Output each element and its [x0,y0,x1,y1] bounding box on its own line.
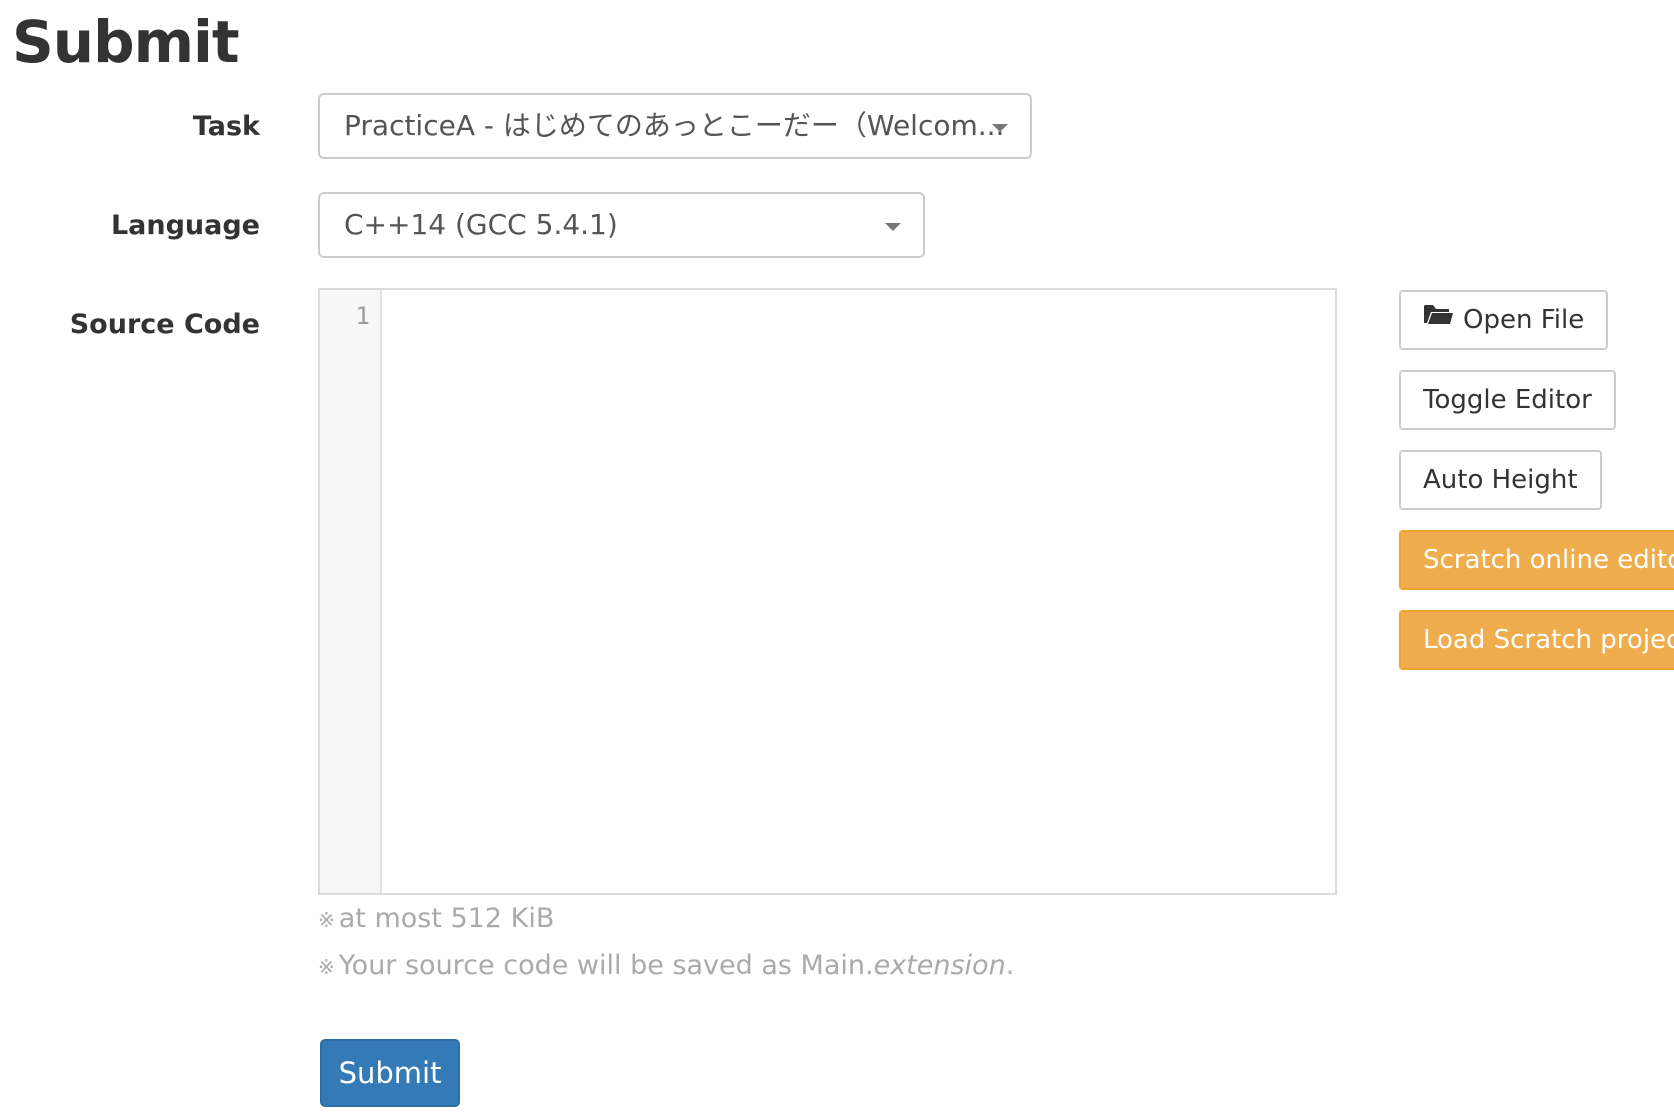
page-title: Submit [12,8,240,76]
save-name-extension: extension [873,950,1006,981]
scratch-online-editor-button[interactable]: Scratch online editor [1399,530,1674,590]
toggle-editor-button[interactable]: Toggle Editor [1399,370,1616,430]
auto-height-button[interactable]: Auto Height [1399,450,1602,510]
save-name-suffix: . [1005,950,1015,981]
editor-gutter: 1 [320,290,382,893]
open-file-label: Open File [1463,305,1585,335]
chevron-down-icon [992,124,1008,132]
line-number: 1 [355,302,370,330]
size-limit-note: ※ at most 512 KiB [318,903,554,934]
task-label: Task [192,111,260,142]
chevron-down-icon [885,223,901,231]
language-label: Language [110,210,260,241]
open-file-button[interactable]: Open File [1399,290,1609,350]
load-scratch-project-button[interactable]: Load Scratch project [1399,610,1674,670]
task-select-value: PracticeA - はじめてのあっとこーだー（Welcom... [344,109,1005,142]
save-name-note: ※ Your source code will be saved as Main.… [318,950,1014,981]
submit-button[interactable]: Submit [320,1039,460,1107]
language-select-value: C++14 (GCC 5.4.1) [344,208,618,241]
language-select[interactable]: C++14 (GCC 5.4.1) [318,192,925,258]
size-limit-text: at most 512 KiB [338,903,555,934]
source-code-editor[interactable]: 1 [318,288,1337,895]
task-select[interactable]: PracticeA - はじめてのあっとこーだー（Welcom... [318,93,1032,159]
folder-open-icon [1423,290,1453,346]
code-input-area[interactable] [382,290,1335,893]
save-name-prefix: Your source code will be saved as Main. [338,950,874,981]
note-mark: ※ [318,955,335,979]
source-code-label: Source Code [69,309,260,340]
note-mark: ※ [318,908,335,932]
